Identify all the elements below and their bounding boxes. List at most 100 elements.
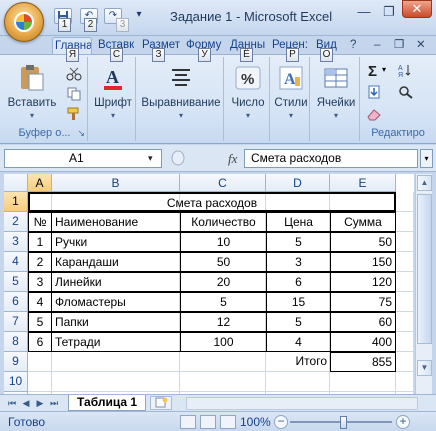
row-header-10[interactable]: 10 [4,372,28,392]
empty-cell[interactable] [396,192,414,212]
cell-sum[interactable]: 120 [330,272,396,292]
scroll-thumb[interactable] [417,194,432,344]
qat-customize-button[interactable]: ▾ [130,8,148,24]
paste-button[interactable]: Вставить ▾ [6,63,58,120]
select-all-button[interactable] [4,174,28,192]
empty-cell[interactable] [396,312,414,332]
styles-button[interactable]: A Стили ▾ [272,63,310,120]
vertical-scrollbar[interactable]: ▲ ▼ [415,174,432,394]
empty-cell[interactable] [180,372,266,392]
sort-filter-icon[interactable]: АЯ [398,63,414,77]
ribbon-restore-button[interactable]: ❐ [394,37,406,54]
office-button[interactable] [4,2,44,42]
minimize-button[interactable]: — [352,4,376,22]
number-button[interactable]: % Число ▾ [228,63,268,120]
empty-cell[interactable] [28,352,52,372]
cell-quantity[interactable]: 10 [180,232,267,252]
expand-formula-button[interactable]: ▾ [420,149,433,168]
next-sheet-button[interactable]: ▶ [34,397,46,409]
scroll-up-button[interactable]: ▲ [417,175,432,191]
empty-cell[interactable] [28,372,52,392]
cell-quantity[interactable]: 100 [180,332,267,352]
empty-cell[interactable] [396,232,414,252]
row-header-8[interactable]: 8 [4,332,28,352]
column-header-c[interactable]: C [180,174,266,192]
column-header-d[interactable]: D [266,174,330,192]
zoom-level[interactable]: 100% [240,415,271,429]
normal-view-button[interactable] [180,415,196,429]
row-header-5[interactable]: 5 [4,272,28,292]
maximize-button[interactable]: ❐ [377,4,401,22]
cell-price[interactable]: 4 [266,332,331,352]
cell-name[interactable]: Папки [51,312,181,332]
insert-function-icon[interactable]: fx [228,151,237,167]
header-cell-sum[interactable]: Сумма [330,212,396,232]
help-button[interactable]: ? [350,37,362,54]
horizontal-scrollbar[interactable] [186,397,418,410]
cell-sum[interactable]: 150 [330,252,396,272]
dialog-launcher-icon[interactable]: ↘ [77,128,85,139]
copy-icon[interactable] [66,87,82,101]
find-select-icon[interactable] [398,85,414,99]
total-label[interactable]: Итого [266,352,331,372]
formula-input[interactable]: Смета расходов [244,149,418,168]
cell-number[interactable]: 6 [28,332,52,352]
zoom-slider-thumb[interactable] [340,416,347,429]
cell-name[interactable]: Линейки [51,272,181,292]
empty-cell[interactable] [396,272,414,292]
alignment-button[interactable]: Выравнивание ▾ [140,63,222,120]
prev-sheet-button[interactable]: ◀ [20,397,32,409]
zoom-in-button[interactable]: + [396,415,410,429]
empty-cell[interactable] [52,372,180,392]
column-header-b[interactable]: B [52,174,180,192]
total-value[interactable]: 855 [330,352,396,372]
empty-cell[interactable] [180,352,266,372]
row-header-2[interactable]: 2 [4,212,28,232]
empty-cell[interactable] [396,252,414,272]
cell-sum[interactable]: 50 [330,232,396,252]
first-sheet-button[interactable]: ⏮ [6,397,18,409]
cell-quantity[interactable]: 5 [180,292,267,312]
cell-price[interactable]: 15 [266,292,331,312]
empty-cell[interactable] [266,372,330,392]
empty-cell[interactable] [52,352,180,372]
row-header-6[interactable]: 6 [4,292,28,312]
header-cell-name[interactable]: Наименование [51,212,181,232]
cell-quantity[interactable]: 12 [180,312,267,332]
format-painter-icon[interactable] [66,107,82,121]
ribbon-close-button[interactable]: ✕ [416,37,428,54]
zoom-out-button[interactable]: − [274,415,288,429]
cell-number[interactable]: 3 [28,272,52,292]
cell-name[interactable]: Ручки [51,232,181,252]
empty-cell[interactable] [330,372,396,392]
header-cell-price[interactable]: Цена [266,212,331,232]
row-header-1[interactable]: 1 [4,192,28,212]
worksheet-grid[interactable]: A B C D E 1 2 3 4 5 6 7 8 9 10 11 Смета … [4,174,414,394]
cell-number[interactable]: 5 [28,312,52,332]
close-button[interactable]: ✕ [402,0,432,18]
cell-price[interactable]: 3 [266,252,331,272]
cell-number[interactable]: 4 [28,292,52,312]
cell-quantity[interactable]: 20 [180,272,267,292]
row-header-7[interactable]: 7 [4,312,28,332]
page-layout-view-button[interactable] [200,415,216,429]
cell-sum[interactable]: 400 [330,332,396,352]
cells-button[interactable]: Ячейки ▾ [314,63,358,120]
empty-cell[interactable] [396,212,414,232]
cell-name[interactable]: Фломастеры [51,292,181,312]
cell-price[interactable]: 5 [266,232,331,252]
cell-price[interactable]: 5 [266,312,331,332]
header-cell-quantity[interactable]: Количество [180,212,267,232]
empty-cell[interactable] [396,292,414,312]
cell-quantity[interactable]: 50 [180,252,267,272]
cut-icon[interactable] [66,67,82,81]
page-break-view-button[interactable] [220,415,236,429]
row-header-3[interactable]: 3 [4,232,28,252]
sheet-tab-active[interactable]: Таблица 1 [68,395,147,411]
font-button[interactable]: A Шрифт ▾ [92,63,134,120]
column-header-e[interactable]: E [330,174,396,192]
empty-cell[interactable] [396,352,414,372]
cell-name[interactable]: Тетради [51,332,181,352]
row-header-4[interactable]: 4 [4,252,28,272]
column-header-a[interactable]: A [28,174,52,192]
